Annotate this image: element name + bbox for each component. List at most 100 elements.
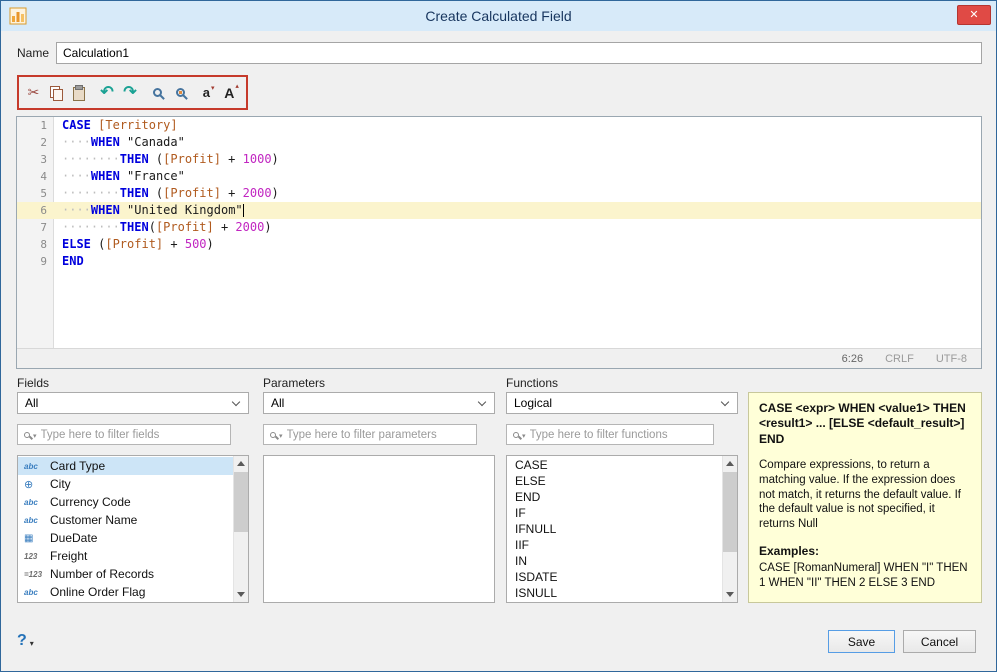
fields-panel-label: Fields xyxy=(17,376,50,390)
function-item[interactable]: IIF xyxy=(507,537,722,553)
undo-icon: ↶ xyxy=(100,83,114,101)
cut-button[interactable]: ✂ xyxy=(23,81,44,105)
line-ending-indicator: CRLF xyxy=(885,352,914,365)
field-item[interactable]: abc Card Type xyxy=(18,457,233,475)
scroll-up-button[interactable] xyxy=(723,456,737,471)
examples-label: Examples: xyxy=(759,543,820,558)
copy-button[interactable] xyxy=(46,81,67,105)
fields-scrollbar[interactable] xyxy=(233,456,248,602)
field-item-label: Freight xyxy=(50,549,88,563)
parameters-filter-input[interactable] xyxy=(286,426,476,443)
calendar-icon: ▦ xyxy=(24,532,34,544)
find-button[interactable] xyxy=(147,81,168,105)
code-line[interactable]: 3 ········THEN ([Profit] + 1000) xyxy=(17,151,981,168)
function-example: CASE [RomanNumeral] WHEN "I" THEN 1 WHEN… xyxy=(759,562,968,589)
function-help-panel: CASE <expr> WHEN <value1> THEN <result1>… xyxy=(748,392,982,603)
field-item[interactable]: ⊕ City xyxy=(18,475,233,493)
scroll-track[interactable] xyxy=(234,471,248,587)
scroll-down-button[interactable] xyxy=(234,587,248,602)
field-item[interactable]: abc Currency Code xyxy=(18,493,233,511)
redo-icon: ↷ xyxy=(123,83,137,101)
field-item-label: Customer Name xyxy=(50,513,138,527)
create-calculated-field-dialog: Create Calculated Field ✕ Name ✂ ↶ ↷ a ▾ xyxy=(0,0,997,672)
code-text: ····WHEN "United Kingdom" xyxy=(62,203,244,217)
text-cursor xyxy=(242,204,244,217)
scroll-thumb[interactable] xyxy=(723,472,737,552)
uppercase-button[interactable]: A ▴ xyxy=(221,81,242,105)
parameters-list xyxy=(264,456,494,602)
fields-dropdown[interactable]: All xyxy=(17,392,249,414)
paste-button[interactable] xyxy=(69,81,90,105)
line-number: 4 xyxy=(40,170,47,183)
editor-toolbar: ✂ ↶ ↷ a ▾ A ▴ xyxy=(17,75,248,110)
functions-scrollbar[interactable] xyxy=(722,456,737,602)
lowercase-icon: a xyxy=(202,85,211,100)
save-button[interactable]: Save xyxy=(828,630,895,653)
search-icon xyxy=(513,431,519,438)
code-line[interactable]: 1 CASE [Territory] xyxy=(17,117,981,134)
function-item[interactable]: END xyxy=(507,489,722,505)
code-line[interactable]: 7 ········THEN([Profit] + 2000) xyxy=(17,219,981,236)
field-item-label: Card Type xyxy=(50,459,106,473)
close-button[interactable]: ✕ xyxy=(957,5,991,25)
calculation-name-input[interactable] xyxy=(56,42,982,64)
code-line[interactable]: 6 ····WHEN "United Kingdom" xyxy=(17,202,981,219)
redo-button[interactable]: ↷ xyxy=(120,81,141,105)
code-line[interactable]: 2 ····WHEN "Canada" xyxy=(17,134,981,151)
find-replace-button[interactable] xyxy=(170,81,191,105)
chevron-down-icon xyxy=(720,397,730,407)
fields-filter-input[interactable] xyxy=(40,426,230,443)
code-line[interactable]: 4 ····WHEN "France" xyxy=(17,168,981,185)
field-item[interactable]: abc Online Order Flag xyxy=(18,583,233,601)
parameters-dropdown[interactable]: All xyxy=(263,392,495,414)
code-text: CASE [Territory] xyxy=(62,118,178,132)
field-item[interactable]: 123 Freight xyxy=(18,547,233,565)
num-icon: 123 xyxy=(24,551,38,561)
function-item[interactable]: IF xyxy=(507,505,722,521)
scissors-icon: ✂ xyxy=(27,84,40,100)
field-item[interactable]: abc Customer Name xyxy=(18,511,233,529)
name-label: Name xyxy=(17,46,50,60)
parameters-listbox xyxy=(263,455,495,603)
find-replace-icon xyxy=(176,88,186,97)
functions-listbox: CASE ELSE END IF IFNULL IIF IN ISDATE ISNULL xyxy=(506,455,738,603)
function-item[interactable]: ISDATE xyxy=(507,569,722,585)
function-item[interactable]: ELSE xyxy=(507,473,722,489)
code-line[interactable]: 8 ELSE ([Profit] + 500) xyxy=(17,236,981,253)
search-icon xyxy=(24,431,30,438)
globe-icon: ⊕ xyxy=(24,478,34,491)
cancel-button[interactable]: Cancel xyxy=(903,630,976,653)
function-item[interactable]: IFNULL xyxy=(507,521,722,537)
lowercase-button[interactable]: a ▾ xyxy=(198,81,219,105)
scroll-thumb[interactable] xyxy=(234,472,248,532)
parameters-filter: ▾ xyxy=(263,424,477,445)
function-signature: CASE <expr> WHEN <value1> THEN <result1>… xyxy=(759,401,966,446)
code-area[interactable]: 1 CASE [Territory] 2 ····WHEN "Canada" 3 ····… xyxy=(17,117,981,348)
arrow-down-icon: ▾ xyxy=(211,84,215,92)
paste-icon xyxy=(73,85,86,101)
chevron-down-icon: ▾ xyxy=(33,433,37,440)
function-item[interactable]: CASE xyxy=(507,457,722,473)
field-item[interactable]: ▦ DueDate xyxy=(18,529,233,547)
code-line[interactable]: 9 END xyxy=(17,253,981,270)
line-number: 6 xyxy=(40,204,47,217)
code-line[interactable]: 5 ········THEN ([Profit] + 2000) xyxy=(17,185,981,202)
scroll-track[interactable] xyxy=(723,471,737,587)
scroll-up-button[interactable] xyxy=(234,456,248,471)
functions-dropdown[interactable]: Logical xyxy=(506,392,738,414)
fields-dropdown-value: All xyxy=(25,396,39,410)
field-item-label: City xyxy=(50,477,71,491)
line-number: 5 xyxy=(40,187,47,200)
function-description: Compare expressions, to return a matchin… xyxy=(759,459,961,530)
function-item[interactable]: ISNULL xyxy=(507,585,722,601)
help-menu-button[interactable]: ? ▾ xyxy=(17,633,34,649)
parameters-panel-label: Parameters xyxy=(263,376,326,390)
chevron-down-icon xyxy=(477,397,487,407)
formula-editor[interactable]: 1 CASE [Territory] 2 ····WHEN "Canada" 3 ····… xyxy=(16,116,982,369)
field-item[interactable]: =123 Number of Records xyxy=(18,565,233,583)
functions-filter-input[interactable] xyxy=(529,426,713,443)
title-bar: Create Calculated Field ✕ xyxy=(1,1,996,31)
scroll-down-button[interactable] xyxy=(723,587,737,602)
function-item[interactable]: IN xyxy=(507,553,722,569)
undo-button[interactable]: ↶ xyxy=(97,81,118,105)
